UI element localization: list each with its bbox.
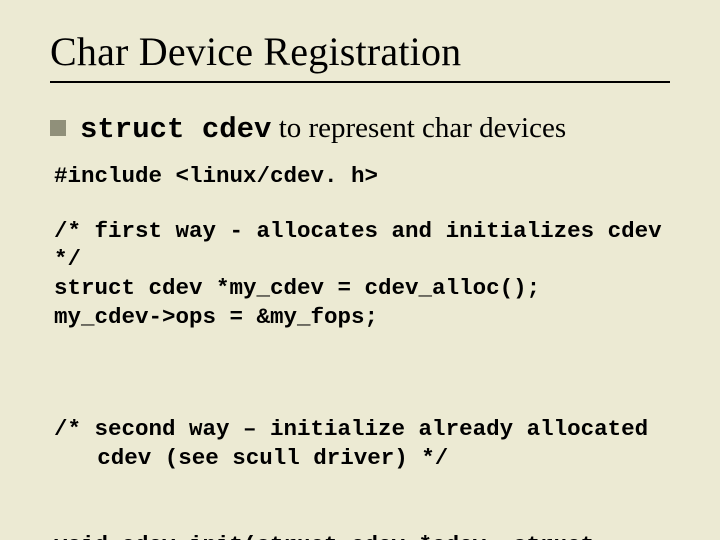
code-second-way: /* second way – initialize already alloc… xyxy=(54,358,670,540)
square-bullet-icon xyxy=(50,120,66,136)
bullet-rest: to represent char devices xyxy=(271,112,566,144)
slide-title: Char Device Registration xyxy=(50,28,670,75)
bullet-item: struct cdev to represent char devices xyxy=(50,111,670,148)
code-first-way: /* first way - allocates and initializes… xyxy=(54,217,670,332)
bullet-code: struct cdev xyxy=(80,113,271,146)
code-second-way-decl: void cdev_init(struct cdev *cdev, struct… xyxy=(54,531,670,540)
code-second-way-comment: /* second way – initialize already alloc… xyxy=(54,415,670,473)
bullet-text: struct cdev to represent char devices xyxy=(80,111,566,148)
title-underline xyxy=(50,81,670,83)
code-include: #include <linux/cdev. h> xyxy=(54,162,670,191)
slide: Char Device Registration struct cdev to … xyxy=(0,0,720,540)
